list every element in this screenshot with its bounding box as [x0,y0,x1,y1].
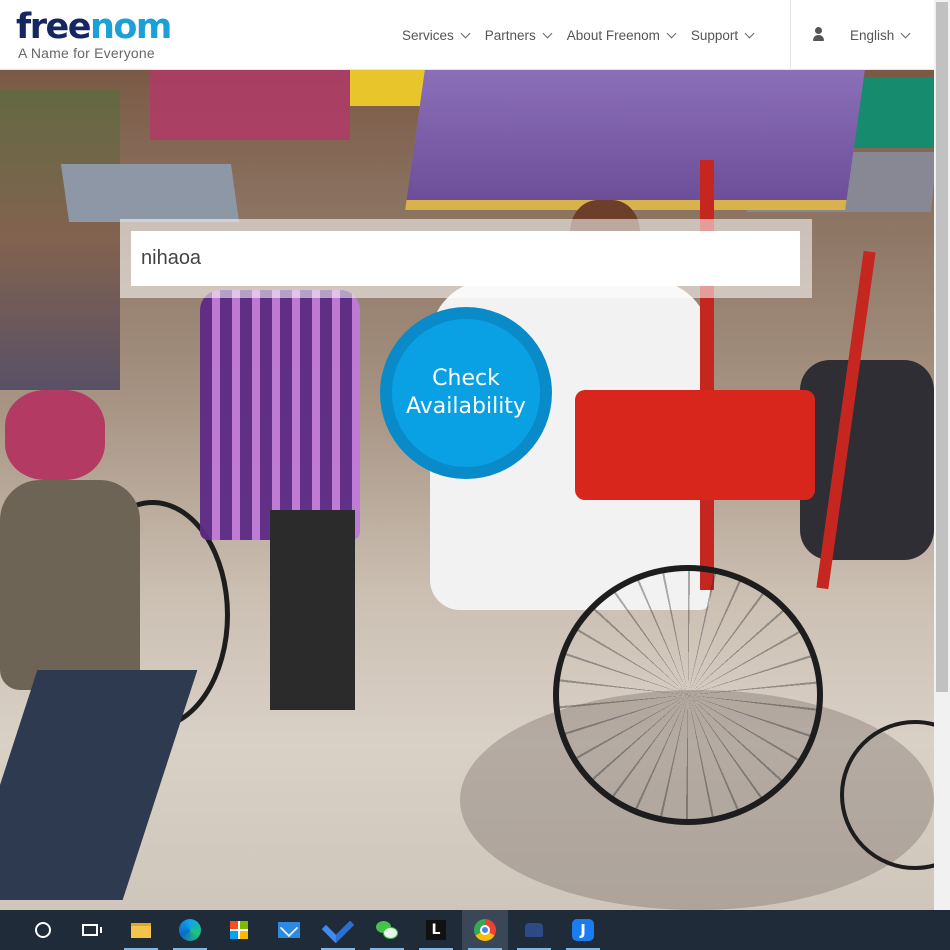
mail-icon[interactable] [266,910,312,950]
nav-item-label: About Freenom [566,27,660,43]
file-explorer-icon[interactable] [118,910,164,950]
user-icon-head [815,27,822,34]
user-icon-body [813,35,824,41]
wechat-icon[interactable] [364,910,410,950]
check-availability-face: Check Availability [392,319,540,467]
nav-item-label: Support [690,27,739,43]
nav-item-support[interactable]: Support [690,27,755,43]
photo-rickshaw-canopy [405,70,865,210]
nav-item-partners[interactable]: Partners [484,27,553,43]
photo-scooter [5,390,105,480]
l-app-icon[interactable]: L [413,910,459,950]
chevron-down-icon [900,28,911,38]
language-label: English [850,27,895,43]
hero-background-photo [0,70,934,910]
robot-glyph [525,923,543,937]
nav-divider [790,0,791,70]
photo-rider-pants [270,510,355,710]
nav-item-label: Services [402,27,454,43]
button-label-line2: Availability [406,394,526,419]
task-view-glyph [82,924,102,936]
chevron-down-icon [744,28,755,38]
photo-backpack [0,480,140,690]
site-header: freenom A Name for Everyone Services Par… [0,0,934,70]
chevron-down-icon [666,28,677,38]
photo-pedestrian-legs [0,670,198,900]
mail-glyph [278,922,300,938]
logo-tagline: A Name for Everyone [18,45,155,61]
cortana-search-icon[interactable] [20,910,66,950]
chevron-down-icon [460,28,471,38]
j-app-glyph: J [572,919,594,941]
user-icon[interactable] [812,27,826,43]
main-nav: Services Partners About Freenom Support [402,0,769,70]
photo-rider-shirt [200,290,360,540]
check-availability-button[interactable]: Check Availability [380,307,552,479]
j-app-icon[interactable]: J [560,910,606,950]
photo-rickshaw-wheel [553,565,823,825]
photo-canopy [60,164,240,222]
chrome-icon[interactable] [462,910,508,950]
cortana-ring-glyph [35,922,51,938]
robot-app-icon[interactable] [511,910,557,950]
todo-icon[interactable] [315,910,361,950]
nav-item-about-freenom[interactable]: About Freenom [566,27,677,43]
button-label-line1: Check [432,366,500,391]
logo-wordmark: freenom [16,7,172,47]
freenom-logo[interactable]: freenom A Name for Everyone [16,7,172,61]
domain-search-input[interactable] [131,231,800,286]
todo-glyph [321,910,355,944]
wechat-glyph [376,921,398,939]
photo-motorbike [800,360,934,560]
store-glyph [230,921,248,939]
photo-rickshaw-seat [575,390,815,500]
chrome-glyph [474,919,496,941]
language-selector[interactable]: English [850,0,911,70]
nav-item-label: Partners [484,27,536,43]
edge-browser-icon[interactable] [167,910,213,950]
edge-glyph [179,919,201,941]
photo-sign-text: Maktaba Ja [865,14,935,28]
photo-market-stalls [0,90,120,390]
photo-shop-sign [150,70,350,140]
nav-item-services[interactable]: Services [402,27,471,43]
task-view-icon[interactable] [67,910,113,950]
l-app-glyph: L [426,920,446,940]
folder-glyph [131,922,151,938]
chevron-down-icon [542,28,553,38]
scrollbar-thumb[interactable] [936,2,948,692]
microsoft-store-icon[interactable] [216,910,262,950]
